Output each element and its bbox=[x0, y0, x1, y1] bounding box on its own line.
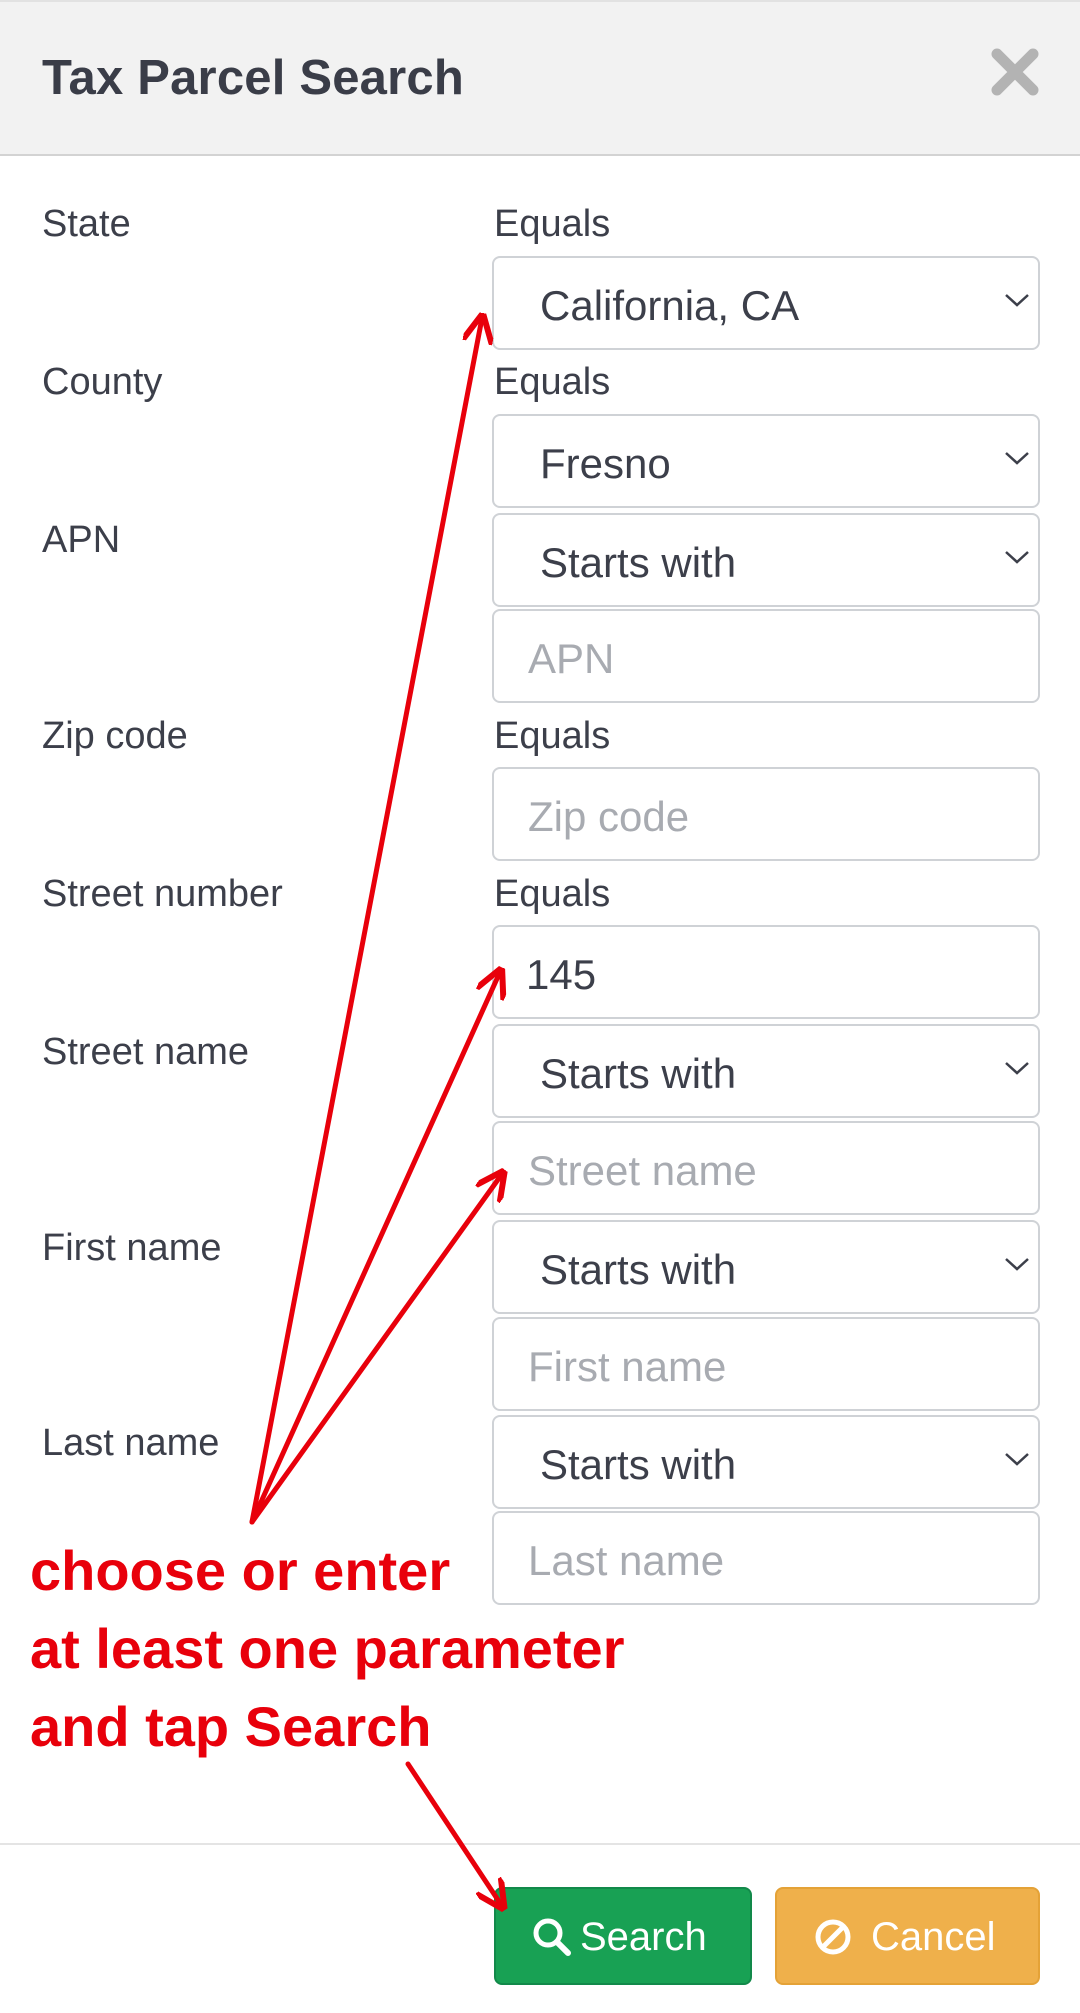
street-number-label: Street number bbox=[42, 873, 283, 915]
chevron-down-icon bbox=[1005, 1062, 1029, 1075]
search-button-label: Search bbox=[580, 1915, 707, 1959]
zip-input[interactable]: Zip code bbox=[492, 767, 1040, 861]
arrow-to-street-number bbox=[249, 972, 500, 1525]
annotation-line: choose or enter bbox=[30, 1539, 451, 1602]
chevron-down-icon bbox=[1005, 1258, 1029, 1271]
zip-placeholder: Zip code bbox=[528, 793, 690, 840]
first-name-input[interactable]: First name bbox=[492, 1317, 1040, 1411]
zip-label: Zip code bbox=[42, 715, 188, 757]
chevron-down-icon bbox=[1005, 551, 1029, 564]
search-button[interactable]: Search bbox=[494, 1887, 752, 1985]
state-select-value: California, CA bbox=[540, 282, 800, 329]
state-label: State bbox=[42, 203, 131, 245]
street-name-operator-value: Starts with bbox=[540, 1050, 737, 1097]
apn-operator-value: Starts with bbox=[540, 539, 737, 586]
apn-placeholder: APN bbox=[528, 635, 615, 682]
last-name-operator-select[interactable]: Starts with bbox=[492, 1415, 1040, 1509]
street-number-input[interactable]: 145 bbox=[492, 925, 1040, 1019]
street-number-value: 145 bbox=[526, 951, 597, 998]
arrow-to-state bbox=[249, 318, 482, 1525]
chevron-down-icon bbox=[1005, 452, 1029, 465]
street-number-operator: Equals bbox=[494, 873, 611, 915]
apn-input[interactable]: APN bbox=[492, 609, 1040, 703]
dialog-header: Tax Parcel Search bbox=[0, 0, 1080, 156]
street-name-placeholder: Street name bbox=[528, 1147, 757, 1194]
footer-divider bbox=[0, 1843, 1080, 1845]
county-operator: Equals bbox=[494, 361, 611, 403]
cancel-button-label: Cancel bbox=[871, 1915, 996, 1959]
zip-operator: Equals bbox=[494, 715, 611, 757]
first-name-label: First name bbox=[42, 1227, 222, 1269]
arrow-to-search bbox=[405, 1761, 502, 1906]
ban-icon bbox=[815, 1919, 851, 1955]
close-icon[interactable] bbox=[985, 42, 1045, 102]
last-name-label: Last name bbox=[42, 1422, 220, 1464]
annotation-text: choose or enter at least one parameter a… bbox=[30, 1532, 730, 1766]
street-name-label: Street name bbox=[42, 1031, 249, 1073]
chevron-down-icon bbox=[1005, 294, 1029, 307]
dialog-title: Tax Parcel Search bbox=[42, 51, 464, 105]
county-select-value: Fresno bbox=[540, 440, 671, 487]
search-icon bbox=[533, 1918, 571, 1956]
annotation-line: and tap Search bbox=[30, 1695, 432, 1758]
apn-label: APN bbox=[42, 519, 121, 561]
street-name-input[interactable]: Street name bbox=[492, 1121, 1040, 1215]
first-name-operator-select[interactable]: Starts with bbox=[492, 1220, 1040, 1314]
chevron-down-icon bbox=[1005, 1453, 1029, 1466]
annotation-line: at least one parameter bbox=[30, 1617, 625, 1680]
arrow-to-street-name bbox=[249, 1174, 502, 1525]
cancel-button[interactable]: Cancel bbox=[775, 1887, 1040, 1985]
last-name-operator-value: Starts with bbox=[540, 1441, 737, 1488]
first-name-operator-value: Starts with bbox=[540, 1246, 737, 1293]
street-name-operator-select[interactable]: Starts with bbox=[492, 1024, 1040, 1118]
state-operator: Equals bbox=[494, 203, 611, 245]
state-select[interactable]: California, CA bbox=[492, 256, 1040, 350]
county-select[interactable]: Fresno bbox=[492, 414, 1040, 508]
apn-operator-select[interactable]: Starts with bbox=[492, 513, 1040, 607]
county-label: County bbox=[42, 361, 163, 403]
first-name-placeholder: First name bbox=[528, 1343, 727, 1390]
